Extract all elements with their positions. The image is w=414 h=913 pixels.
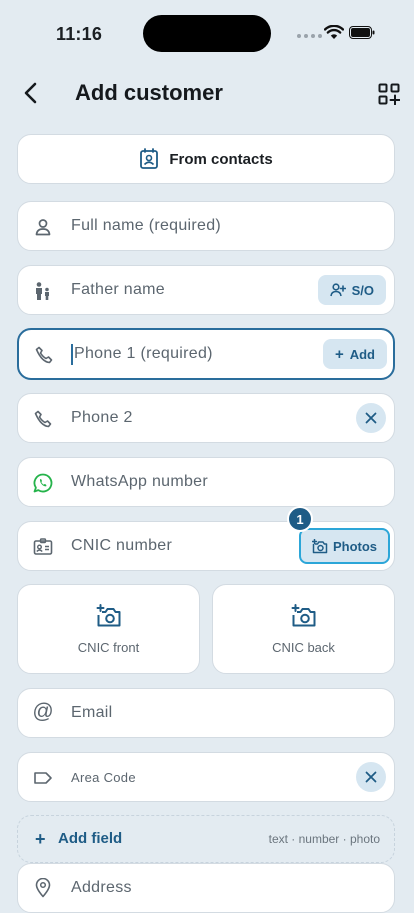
- wifi-icon: [324, 25, 344, 39]
- at-sign-icon: @: [32, 700, 54, 723]
- back-button[interactable]: [16, 78, 44, 108]
- remove-area-code-button[interactable]: [356, 762, 386, 792]
- cnic-back-label: CNIC back: [272, 639, 335, 655]
- father-child-icon: [32, 280, 54, 302]
- camera-add-icon: [311, 538, 328, 553]
- text-cursor: [71, 344, 73, 365]
- father-name-field[interactable]: Father name S/O: [17, 265, 395, 315]
- whatsapp-placeholder: WhatsApp number: [71, 473, 209, 490]
- cnic-back-tile[interactable]: CNIC back: [212, 584, 395, 674]
- son-of-label: S/O: [351, 282, 374, 298]
- close-icon: [365, 412, 377, 424]
- phone-1-field[interactable]: Phone 1 (required) + Add: [17, 328, 395, 380]
- battery-icon: [349, 26, 375, 39]
- email-field[interactable]: @ Email: [17, 688, 395, 738]
- add-field-hint: text · number · photo: [268, 832, 380, 846]
- cnic-front-label: CNIC front: [77, 639, 140, 655]
- camera-add-icon: [96, 603, 120, 626]
- qr-add-icon: [378, 83, 400, 105]
- contact-book-icon: [140, 148, 159, 169]
- email-placeholder: Email: [71, 704, 113, 721]
- phone-2-field[interactable]: Phone 2: [17, 393, 395, 443]
- phone-icon: [33, 344, 55, 366]
- father-name-placeholder: Father name: [71, 281, 166, 298]
- phone-icon: [32, 408, 54, 430]
- full-name-placeholder: Full name (required): [71, 217, 222, 234]
- add-phone-label: Add: [349, 346, 375, 362]
- camera-add-icon: [291, 603, 315, 626]
- whatsapp-field[interactable]: WhatsApp number: [17, 457, 395, 507]
- cnic-front-tile[interactable]: CNIC front: [17, 584, 200, 674]
- tag-icon: [32, 767, 54, 789]
- page-title: Add customer: [75, 80, 223, 105]
- cnic-placeholder: CNIC number: [71, 537, 173, 554]
- signal-icon: [297, 34, 322, 38]
- cnic-field[interactable]: CNIC number Photos: [17, 521, 395, 571]
- close-icon: [365, 771, 377, 783]
- add-field-label: Add field: [58, 830, 123, 847]
- photos-label: Photos: [332, 538, 378, 554]
- status-time: 11:16: [56, 24, 103, 44]
- dynamic-island: [143, 15, 271, 52]
- full-name-field[interactable]: Full name (required): [17, 201, 395, 251]
- whatsapp-icon: [32, 472, 54, 494]
- from-contacts-label: From contacts: [169, 150, 273, 168]
- qr-scan-button[interactable]: [375, 80, 403, 108]
- plus-icon: +: [334, 345, 344, 363]
- from-contacts-button[interactable]: From contacts: [17, 134, 395, 184]
- location-pin-icon: [32, 877, 54, 899]
- remove-phone-2-button[interactable]: [356, 403, 386, 433]
- address-placeholder: Address: [71, 879, 132, 896]
- phone-2-placeholder: Phone 2: [71, 409, 133, 426]
- plus-icon: +: [35, 829, 46, 849]
- add-phone-button[interactable]: + Add: [322, 339, 387, 369]
- chevron-left-icon: [24, 82, 37, 104]
- phone-1-placeholder: Phone 1 (required): [74, 345, 213, 362]
- address-field[interactable]: Address: [17, 863, 395, 913]
- cnic-photos-button[interactable]: Photos: [299, 528, 390, 564]
- add-field-button[interactable]: + Add field text · number · photo: [17, 815, 395, 863]
- area-code-placeholder: Area Code: [71, 770, 136, 785]
- id-card-icon: [32, 536, 54, 558]
- person-icon: [32, 216, 54, 238]
- son-of-button[interactable]: S/O: [317, 275, 386, 305]
- photos-count-badge: 1: [287, 506, 313, 532]
- person-add-icon: [329, 283, 346, 297]
- area-code-field[interactable]: Area Code: [17, 752, 395, 802]
